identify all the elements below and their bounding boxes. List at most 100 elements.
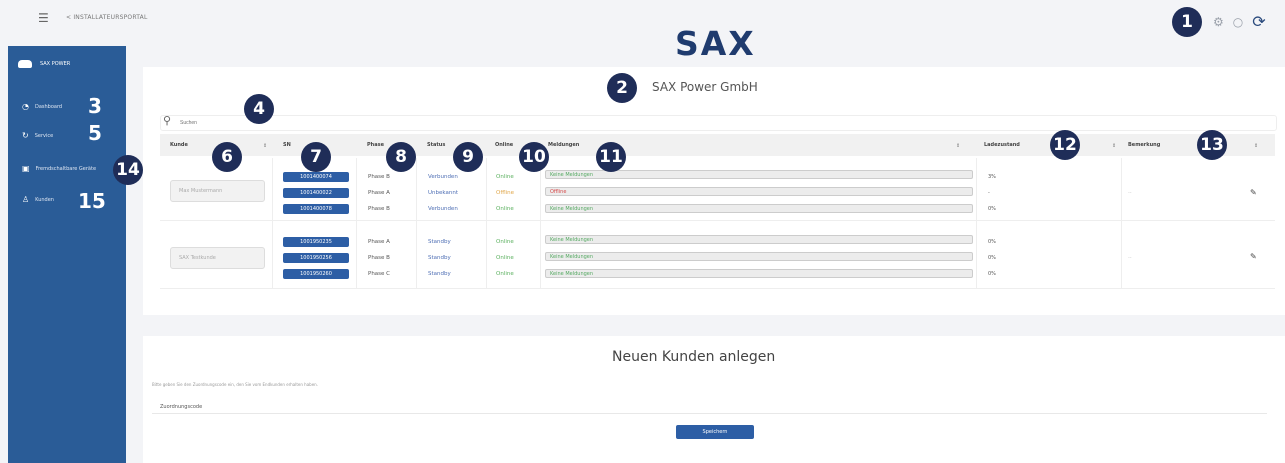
status-value: Verbunden <box>428 206 458 212</box>
sidebar-item-kunden[interactable]: ♙ Kunden <box>22 195 54 204</box>
col-sn[interactable]: SN <box>283 142 291 148</box>
sort-icon[interactable]: ⇕ <box>1254 143 1258 149</box>
sidebar-item-dashboard[interactable]: ◔ Dashboard <box>22 102 62 111</box>
remark-value: -- <box>1128 255 1132 261</box>
refresh-icon: ↻ <box>22 131 29 140</box>
sort-icon[interactable]: ⇕ <box>956 143 960 149</box>
code-input-line[interactable] <box>152 413 1267 414</box>
sidebar-item-label: Fremdschaltbare Geräte <box>35 165 97 172</box>
new-customer-title: Neuen Kunden anlegen <box>612 349 776 365</box>
sidebar: SAX POWER ◔ Dashboard ↻ Service ▣ Fremds… <box>8 46 126 463</box>
phase-value: Phase B <box>368 174 390 180</box>
online-status: Online <box>496 239 514 245</box>
col-status[interactable]: Status <box>427 142 445 148</box>
brand-logo-icon <box>18 60 32 68</box>
status-value: Standby <box>428 239 451 245</box>
back-link[interactable]: < INSTALLATEURSPORTAL <box>66 14 148 21</box>
save-button[interactable]: Speichern <box>676 425 754 439</box>
charge-value: 0% <box>988 271 996 277</box>
brand-label: SAX POWER <box>40 61 71 67</box>
annotation-number: 3 <box>88 94 102 118</box>
col-kunde[interactable]: Kunde <box>170 142 188 148</box>
sidebar-item-devices[interactable]: ▣ Fremdschaltbare Geräte <box>22 164 96 173</box>
message-field: Keine Meldungen <box>545 252 973 261</box>
annotation-badge: 12 <box>1050 130 1080 160</box>
sn-button[interactable]: 1001400022 <box>283 188 349 198</box>
sidebar-item-service[interactable]: ↻ Service <box>22 131 53 140</box>
column-divider <box>486 158 487 288</box>
annotation-badge: 6 <box>212 142 242 172</box>
sax-logo: SAX <box>675 24 756 63</box>
annotation-badge: 4 <box>244 94 274 124</box>
message-field: Keine Meldungen <box>545 269 973 278</box>
pencil-icon[interactable]: ✎ <box>1250 252 1257 261</box>
col-ladezustand[interactable]: Ladezustand <box>984 142 1020 148</box>
search-icon: ⚲ <box>163 114 172 127</box>
annotation-badge: 1 <box>1172 7 1202 37</box>
annotation-badge: 2 <box>607 73 637 103</box>
annotation-badge: 14 <box>113 155 143 185</box>
online-status: Offline <box>496 190 515 196</box>
top-icons: ⚙ ○ ⟳ <box>1213 12 1266 31</box>
sort-icon[interactable]: ⇕ <box>263 143 267 149</box>
message-field: Offline <box>545 187 973 196</box>
column-divider <box>272 158 273 288</box>
sn-button[interactable]: 1001950256 <box>283 253 349 263</box>
column-divider <box>976 158 977 288</box>
device-icon: ▣ <box>22 164 30 173</box>
sn-button[interactable]: 1001400078 <box>283 204 349 214</box>
column-divider <box>1121 158 1122 288</box>
status-value: Unbekannt <box>428 190 458 196</box>
online-status: Online <box>496 174 514 180</box>
column-divider <box>540 158 541 288</box>
annotation-badge: 11 <box>596 142 626 172</box>
sort-icon[interactable]: ⇕ <box>1112 143 1116 149</box>
sync-icon[interactable]: ⟳ <box>1252 12 1265 31</box>
col-online[interactable]: Online <box>495 142 513 148</box>
annotation-number: 5 <box>88 121 102 145</box>
online-status: Online <box>496 271 514 277</box>
phase-value: Phase A <box>368 190 390 196</box>
phase-value: Phase A <box>368 239 390 245</box>
status-value: Verbunden <box>428 174 458 180</box>
status-value: Standby <box>428 271 451 277</box>
col-phase[interactable]: Phase <box>367 142 384 148</box>
annotation-number: 15 <box>78 189 106 213</box>
phase-value: Phase B <box>368 206 390 212</box>
company-name: SAX Power GmbH <box>652 80 758 94</box>
customer-button[interactable]: Max Mustermann <box>170 180 265 202</box>
status-value: Standby <box>428 255 451 261</box>
sidebar-item-label: Kunden <box>35 196 54 203</box>
phase-value: Phase B <box>368 255 390 261</box>
col-meldungen[interactable]: Meldungen <box>548 142 579 148</box>
column-divider <box>356 158 357 288</box>
annotation-badge: 9 <box>453 142 483 172</box>
sidebar-item-label: Dashboard <box>34 103 63 110</box>
circle-icon[interactable]: ○ <box>1233 15 1243 29</box>
column-divider <box>416 158 417 288</box>
user-icon: ♙ <box>22 195 30 204</box>
sidebar-item-label: Service <box>34 132 54 139</box>
pencil-icon[interactable]: ✎ <box>1250 188 1257 197</box>
annotation-badge: 10 <box>519 142 549 172</box>
charge-value: 0% <box>988 206 996 212</box>
col-bemerkung[interactable]: Bemerkung <box>1128 142 1160 148</box>
online-status: Online <box>496 206 514 212</box>
charge-value: 0% <box>988 255 996 261</box>
phase-value: Phase C <box>368 271 391 277</box>
online-status: Online <box>496 255 514 261</box>
annotation-badge: 7 <box>301 142 331 172</box>
dashboard-icon: ◔ <box>22 102 29 111</box>
sn-button[interactable]: 1001950235 <box>283 237 349 247</box>
message-field: Keine Meldungen <box>545 204 973 213</box>
annotation-badge: 8 <box>386 142 416 172</box>
gear-icon[interactable]: ⚙ <box>1213 15 1224 29</box>
hamburger-icon[interactable]: ☰ <box>38 11 49 25</box>
sn-button[interactable]: 1001950260 <box>283 269 349 279</box>
annotation-badge: 13 <box>1197 130 1227 160</box>
customer-button[interactable]: SAX Testkunde <box>170 247 265 269</box>
sn-button[interactable]: 1001400074 <box>283 172 349 182</box>
sidebar-brand: SAX POWER <box>18 60 70 68</box>
code-field-label: Zuordnungscode <box>160 404 203 410</box>
charge-value: 3% <box>988 174 996 180</box>
